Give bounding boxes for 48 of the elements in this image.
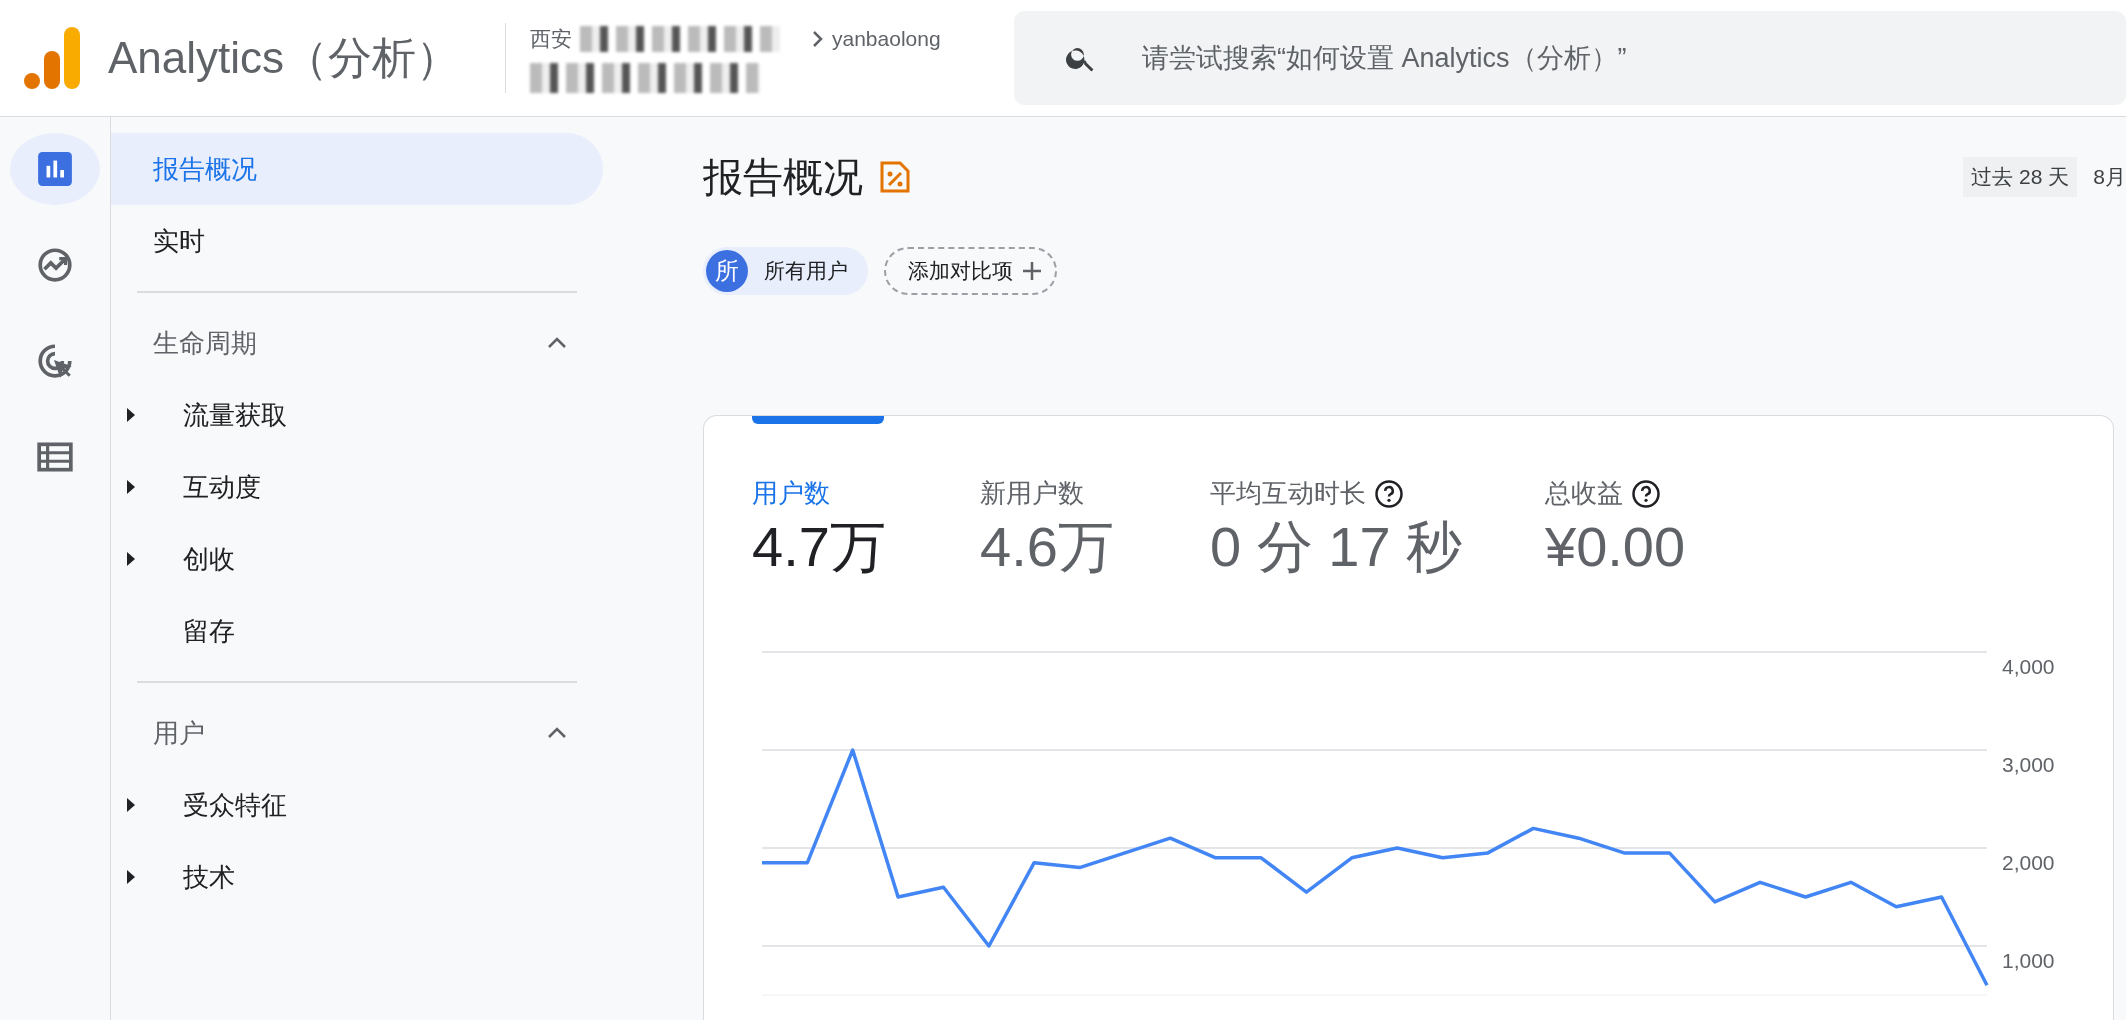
expand-arrow-icon xyxy=(127,870,135,884)
help-icon[interactable] xyxy=(1631,478,1661,509)
section-header[interactable]: 用户 xyxy=(111,697,591,769)
product-name: Analytics（分析） xyxy=(108,32,461,84)
metric-label[interactable]: 平均互动时长 xyxy=(1210,474,1366,513)
add-comparison-button[interactable]: 添加对比项 xyxy=(884,247,1057,295)
chevron-icon xyxy=(547,337,567,349)
trend-chart-icon xyxy=(36,246,74,284)
segment-chip[interactable]: 所 所有用户 xyxy=(703,247,868,295)
expand-arrow-icon xyxy=(127,408,135,422)
plus-icon xyxy=(1021,260,1043,282)
edit-report-icon[interactable] xyxy=(879,160,911,194)
axis-tick-label: 4,000 xyxy=(2002,655,2055,679)
property-name[interactable]: yanbaolong xyxy=(832,23,941,55)
bar-chart-icon xyxy=(36,150,74,188)
metric-value: 0 分 17 秒 xyxy=(1210,514,1464,580)
nav-item[interactable]: 流量获取 xyxy=(111,379,591,451)
chevron-icon xyxy=(812,30,824,48)
target-cursor-icon xyxy=(36,342,74,380)
nav-item[interactable]: 实时 xyxy=(111,205,603,277)
page-title: 报告概况 xyxy=(703,154,863,201)
metric-value: 4.6万 xyxy=(980,514,1115,580)
search-field[interactable]: 请尝试搜索“如何设置 Analytics（分析）” xyxy=(1014,11,2126,105)
nav-item[interactable]: 留存 xyxy=(111,595,591,667)
metric-label[interactable]: 用户数 xyxy=(752,474,830,513)
expand-arrow-icon xyxy=(127,480,135,494)
date-text: 8月 xyxy=(2093,164,2126,191)
nav-item[interactable]: 互动度 xyxy=(111,451,591,523)
chevron-icon xyxy=(547,727,567,739)
metric-value: ¥0.00 xyxy=(1545,514,1687,580)
axis-tick-label: 1,000 xyxy=(2002,949,2055,973)
nav-item[interactable]: 报告概况 xyxy=(111,133,603,205)
date-range-label[interactable]: 过去 28 天 xyxy=(1963,157,2078,197)
segment-label: 所有用户 xyxy=(764,258,848,285)
metric-label[interactable]: 新用户数 xyxy=(980,474,1084,513)
metric-value: 4.7万 xyxy=(752,514,887,580)
nav-item[interactable]: 创收 xyxy=(111,523,591,595)
axis-tick-label: 2,000 xyxy=(2002,851,2055,875)
nav-item[interactable]: 受众特征 xyxy=(111,769,591,841)
metric-label[interactable]: 总收益 xyxy=(1545,474,1623,513)
section-header[interactable]: 生命周期 xyxy=(111,307,591,379)
segment-avatar: 所 xyxy=(706,250,748,292)
axis-tick-label: 3,000 xyxy=(2002,753,2055,777)
account-name[interactable]: 西安 xyxy=(530,23,572,55)
expand-arrow-icon xyxy=(127,798,135,812)
expand-arrow-icon xyxy=(127,552,135,566)
help-icon[interactable] xyxy=(1374,478,1404,509)
nav-item[interactable]: 技术 xyxy=(111,841,591,913)
